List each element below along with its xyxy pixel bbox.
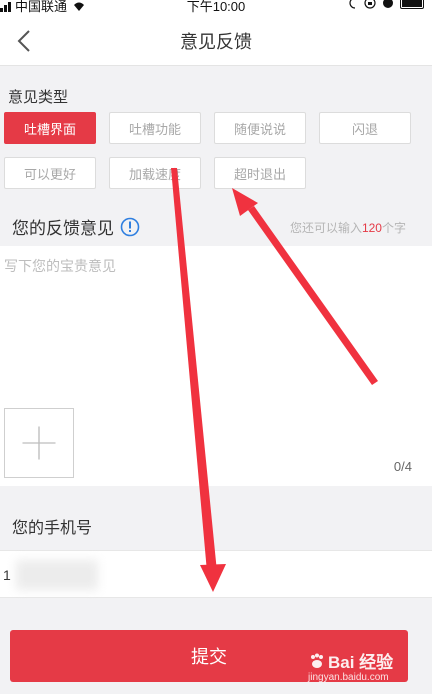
page-title: 意见反馈 [180,32,252,52]
nav-bar: 意见反馈 [0,16,432,66]
phone-value: 1 [3,567,11,583]
lock-rotation-icon [364,0,376,9]
type-option-ui[interactable]: 吐槽界面 [4,112,96,144]
baidu-jingyan-watermark: Bai 经验 jingyan.baidu.com [308,648,418,688]
char-count-suffix: 个字 [381,221,406,235]
type-option-function[interactable]: 吐槽功能 [109,112,201,144]
add-image-button[interactable] [4,408,74,478]
phone-field[interactable]: 1 [0,550,432,598]
plus-icon [22,426,56,460]
status-right [348,0,424,9]
feedback-box: 0/4 [0,246,432,486]
type-option-crash[interactable]: 闪退 [319,112,411,144]
moon-icon [349,0,356,9]
feedback-type-label: 意见类型 [8,89,69,106]
char-count: 您还可以输入120个字 [290,219,406,236]
alarm-icon [383,0,393,8]
type-option-improve[interactable]: 可以更好 [4,157,96,189]
battery-icon [400,0,424,9]
paw-icon [311,653,323,668]
type-option-casual[interactable]: 随便说说 [214,112,306,144]
phone-redaction [16,560,98,590]
watermark-brand-text: Bai 经验 [328,653,394,672]
feedback-heading-label: 您的反馈意见 [12,219,114,238]
char-count-prefix: 您还可以输入 [289,221,362,235]
image-count: 0/4 [393,459,412,474]
info-circle-icon[interactable] [120,217,140,237]
feedback-heading: 您的反馈意见 [12,214,140,239]
type-option-loading[interactable]: 加载速度 [109,157,201,189]
feedback-textarea[interactable] [4,256,424,396]
phone-label: 您的手机号 [12,520,93,537]
char-count-number: 120 [361,221,382,235]
watermark-url: jingyan.baidu.com [308,672,389,683]
watermark-brand: Bai 经验 [308,648,393,673]
status-bar: 中国联通 下午10:00 [0,0,432,16]
type-option-timeout[interactable]: 超时退出 [214,157,306,189]
